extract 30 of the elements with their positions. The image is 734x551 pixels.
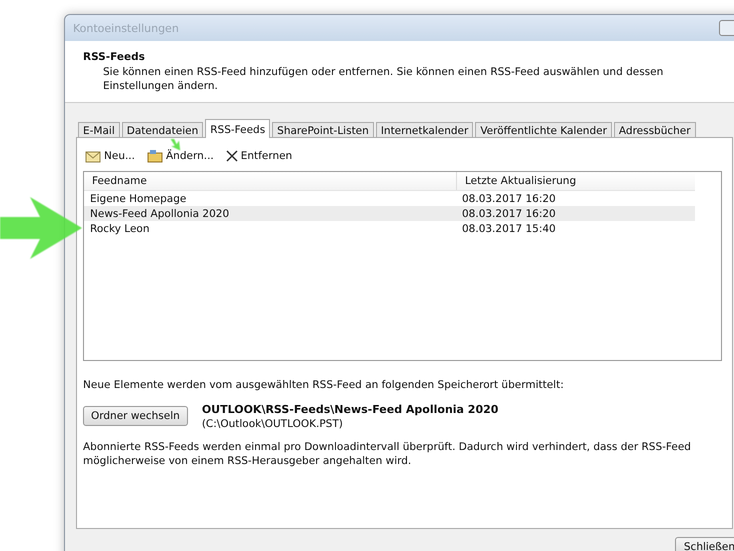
tab[interactable]: E-Mail bbox=[78, 122, 120, 137]
tab[interactable]: Adressbücher bbox=[614, 122, 696, 137]
location-note: Neue Elemente werden vom ausgewählten RSS-Feed an folgenden Speicherort übermittelt: bbox=[83, 379, 565, 391]
feed-row[interactable]: Eigene Homepage 08.03.2017 16:20 bbox=[84, 191, 695, 206]
toolbar-button[interactable]: Neu... bbox=[83, 149, 137, 163]
change-folder-button[interactable]: Ordner wechseln bbox=[83, 406, 188, 426]
close-dialog-button[interactable]: Schließen bbox=[674, 537, 734, 551]
update-time: 08.03.2017 16:20 bbox=[461, 192, 557, 204]
folder-path: OUTLOOK\RSS-Feeds\News-Feed Apollonia 2020 bbox=[202, 403, 498, 416]
tab[interactable]: Veröffentlichte Kalender bbox=[475, 122, 612, 137]
feed-name: News-Feed Apollonia 2020 bbox=[89, 208, 230, 220]
tab[interactable]: Internetkalender bbox=[376, 122, 474, 137]
tab[interactable]: Datendateien bbox=[122, 122, 204, 137]
tab[interactable]: SharePoint-Listen bbox=[272, 122, 374, 137]
header-title: RSS-Feeds bbox=[83, 51, 146, 63]
tab[interactable]: RSS-Feeds bbox=[205, 119, 270, 138]
column-header[interactable]: Letzte Aktualisierung bbox=[456, 172, 695, 190]
feed-name: Eigene Homepage bbox=[89, 192, 188, 204]
header-description: Sie können einen RSS-Feed hinzufügen oder entfernen. Sie können einen RSS-Feed auswählen und dessen Einstellungen ändern. bbox=[103, 65, 664, 93]
window-title: Kontoeinstellungen bbox=[73, 22, 179, 34]
column-header[interactable]: Feedname bbox=[84, 172, 456, 190]
feed-row[interactable]: News-Feed Apollonia 2020 08.03.2017 16:20 bbox=[84, 206, 695, 221]
update-time: 08.03.2017 15:40 bbox=[461, 222, 557, 234]
toolbar-button[interactable]: Ändern... bbox=[144, 149, 216, 163]
update-time: 08.03.2017 16:20 bbox=[461, 208, 557, 220]
info-text: Abonnierte RSS-Feeds werden einmal pro Downloadintervall überprüft. Dadurch wird verhindert, dass der RSS-Feed möglicherweise von einem RSS-Herausgeber angehalten wird. bbox=[83, 440, 692, 468]
folder-file: (C:\Outlook\OUTLOOK.PST) bbox=[202, 418, 344, 430]
feed-row[interactable]: Rocky Leon 08.03.2017 15:40 bbox=[84, 221, 695, 236]
feed-name: Rocky Leon bbox=[89, 222, 150, 234]
toolbar-button[interactable]: Entfernen bbox=[224, 150, 294, 162]
